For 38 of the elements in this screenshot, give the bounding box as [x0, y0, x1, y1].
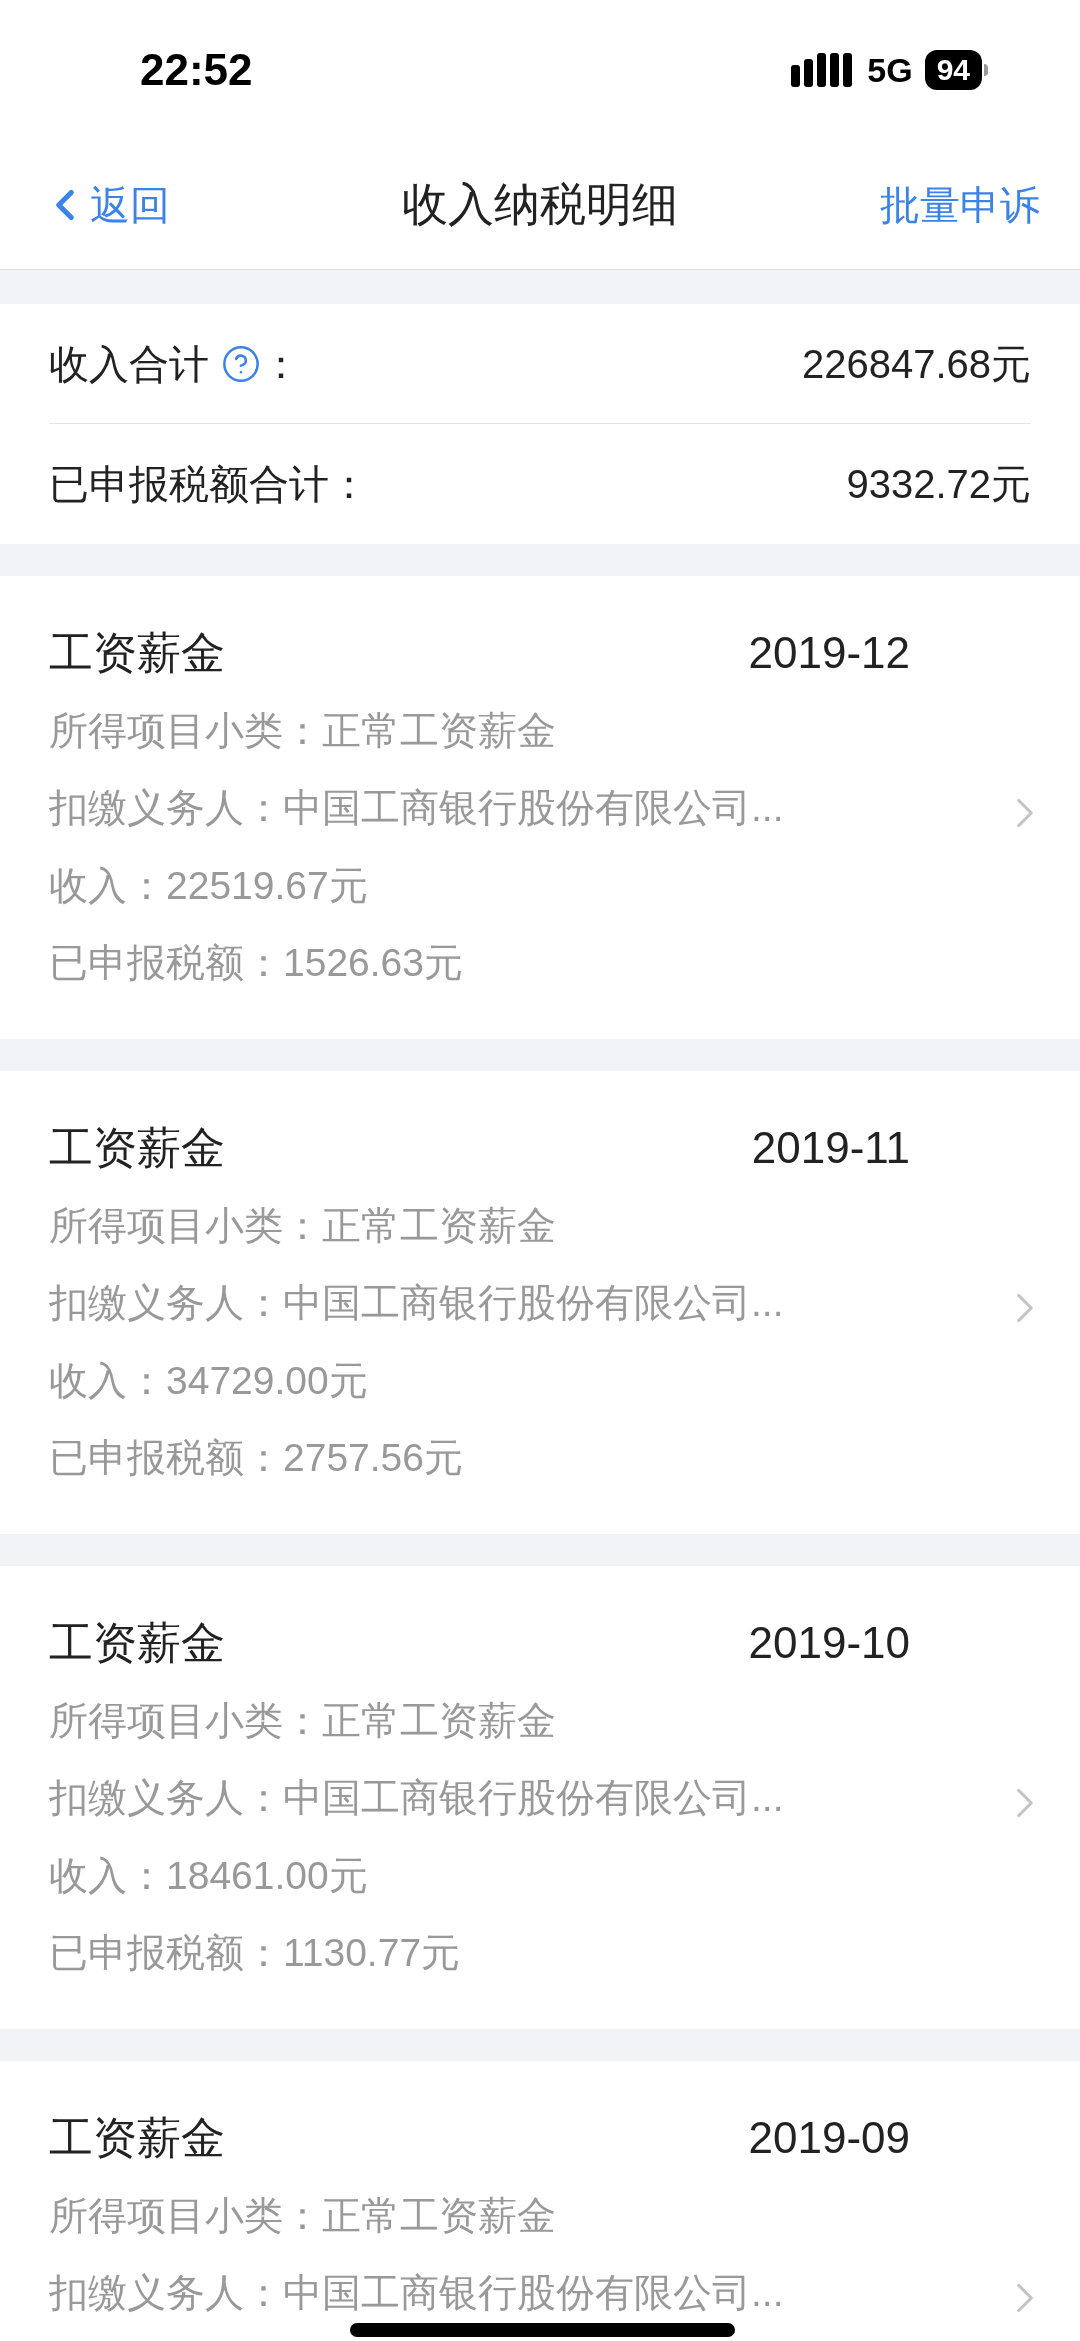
record-category: 工资薪金	[49, 2112, 225, 2164]
record-detail: 已申报税额：1526.63元	[49, 940, 463, 987]
back-button[interactable]: 返回	[40, 174, 260, 235]
record-detail: 扣缴义务人：中国工商银行股份有限公司...	[49, 2270, 784, 2317]
record-period: 2019-10	[748, 1617, 910, 1669]
record-detail: 扣缴义务人：中国工商银行股份有限公司...	[49, 785, 784, 832]
battery-level: 94	[924, 50, 982, 90]
record-detail: 扣缴义务人：中国工商银行股份有限公司...	[49, 1280, 784, 1327]
record-detail: 所得项目小类：正常工资薪金	[49, 2192, 556, 2239]
record-detail: 所得项目小类：正常工资薪金	[49, 1697, 556, 1744]
record-detail: 所得项目小类：正常工资薪金	[49, 707, 556, 754]
record-detail: 收入：22519.67元	[49, 862, 368, 909]
record-detail: 已申报税额：1130.77元	[49, 1930, 461, 1977]
colon-label: ：	[261, 340, 301, 388]
summary-value: 226847.68元	[801, 340, 1031, 388]
summary-label: 收入合计	[49, 340, 209, 388]
record-detail: 所得项目小类：正常工资薪金	[49, 1202, 556, 1249]
status-time: 22:52	[140, 44, 253, 96]
batch-appeal-link[interactable]: 批量申诉	[820, 174, 1040, 235]
record-category: 工资薪金	[49, 627, 225, 679]
record-category: 工资薪金	[49, 1617, 225, 1669]
help-icon[interactable]	[221, 343, 261, 384]
page-title: 收入纳税明细	[402, 177, 678, 232]
record-period: 2019-11	[751, 1122, 910, 1174]
record-period: 2019-12	[748, 627, 910, 679]
record-detail: 收入：18461.00元	[49, 1852, 368, 1899]
record-detail: 扣缴义务人：中国工商银行股份有限公司...	[49, 1775, 784, 1822]
income-record-card[interactable]: 工资薪金 2019-09 所得项目小类：正常工资薪金 扣缴义务人：中国工商银行股份有限公司...	[0, 2061, 1080, 2341]
summary-value: 9332.72元	[846, 461, 1031, 508]
record-detail: 收入：34729.00元	[49, 1357, 368, 1404]
income-record-card[interactable]: 工资薪金 2019-11 所得项目小类：正常工资薪金 扣缴义务人：中国工商银行股份有限公司... 收入：34729.00元 已申报税额：2757.56元	[0, 1071, 1080, 1534]
income-record-card[interactable]: 工资薪金 2019-12 所得项目小类：正常工资薪金 扣缴义务人：中国工商银行股份有限公司... 收入：22519.67元 已申报税额：1526.63元	[0, 576, 1080, 1039]
record-detail: 已申报税额：2757.56元	[49, 1435, 463, 1482]
record-category: 工资薪金	[49, 1122, 225, 1174]
income-record-card[interactable]: 工资薪金 2019-10 所得项目小类：正常工资薪金 扣缴义务人：中国工商银行股份有限公司... 收入：18461.00元 已申报税额：1130.77元	[0, 1566, 1080, 2029]
summary-label: 已申报税额合计：	[49, 461, 369, 508]
record-period: 2019-09	[748, 2112, 910, 2164]
network-label: 5G	[867, 49, 913, 91]
